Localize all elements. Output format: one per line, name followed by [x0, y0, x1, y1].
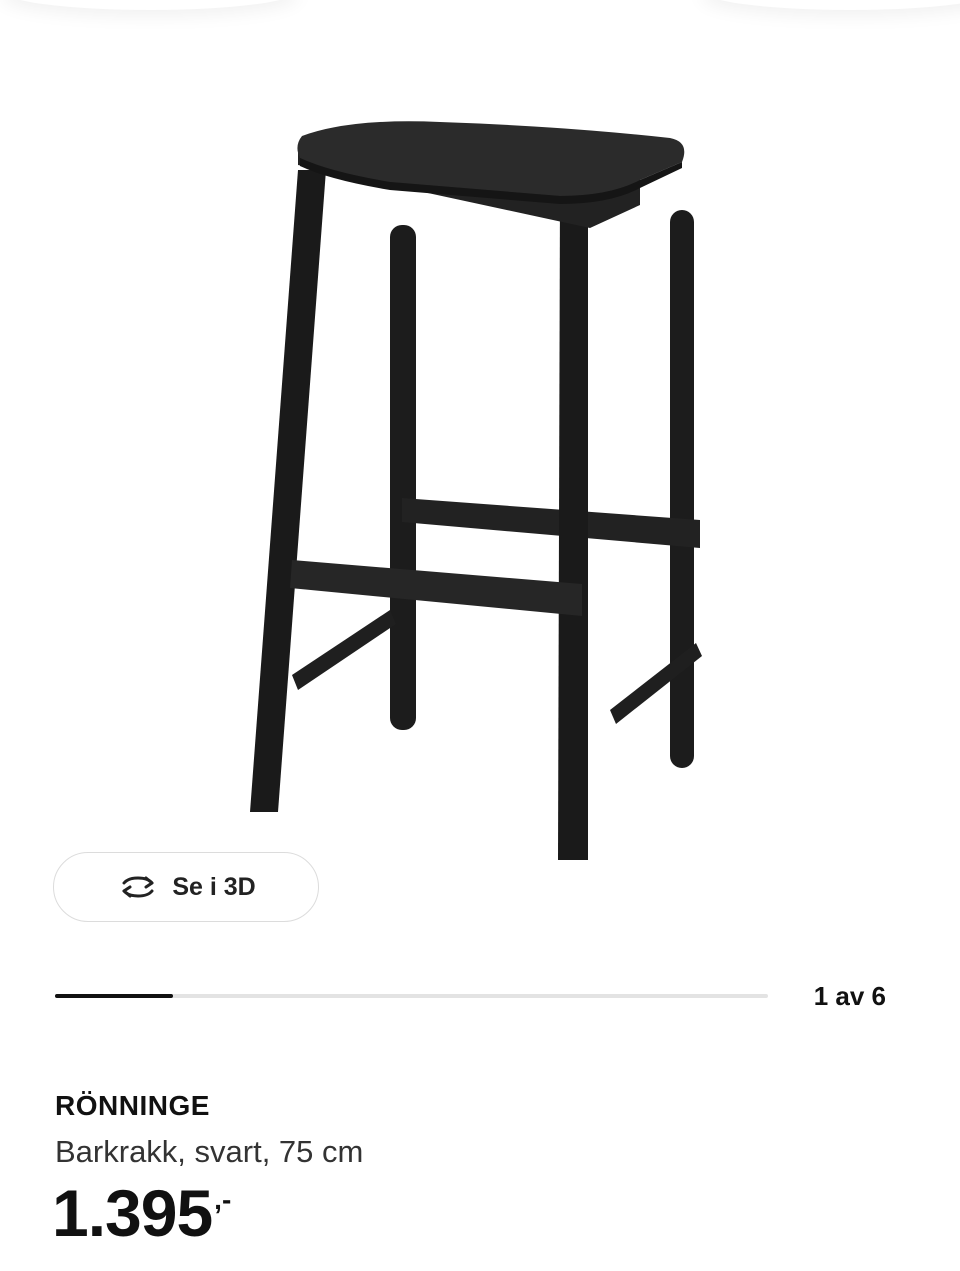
stool-front-right-leg — [558, 190, 588, 860]
stool-back-right-leg — [670, 210, 694, 768]
stool-front-stretcher — [290, 560, 582, 616]
product-price: 1.395 ,- — [52, 1180, 231, 1246]
stool-front-left-leg — [250, 170, 326, 812]
stool-back-left-leg — [390, 225, 416, 730]
product-description: Barkrakk, svart, 75 cm — [55, 1134, 364, 1169]
image-carousel-progress-fill — [55, 994, 173, 998]
product-name: RÖNNINGE — [55, 1090, 210, 1121]
bar-stool-illustration — [250, 121, 702, 860]
top-edge-shadow-right — [700, 0, 960, 10]
stool-seat — [297, 121, 685, 196]
top-edge-shadow-left — [0, 0, 300, 10]
rotate-3d-icon — [116, 874, 160, 900]
price-amount: 1.395 — [52, 1176, 213, 1250]
image-carousel-counter: 1 av 6 — [813, 981, 886, 1011]
view-in-3d-button[interactable]: Se i 3D — [53, 852, 319, 922]
price-suffix: ,- — [214, 1184, 232, 1215]
image-carousel-progress — [55, 994, 768, 998]
view-in-3d-label: Se i 3D — [172, 872, 256, 901]
product-image[interactable] — [230, 110, 730, 870]
stool-back-stretcher — [402, 498, 700, 548]
stool-left-diagonal-stretcher — [292, 610, 396, 690]
